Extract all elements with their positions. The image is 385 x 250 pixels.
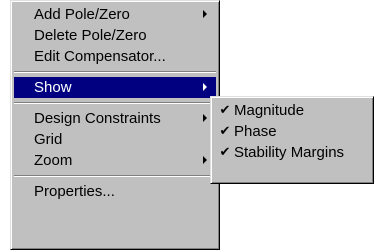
menu-item-label: Edit Compensator... xyxy=(34,48,166,65)
submenu-arrow-icon xyxy=(203,83,207,91)
submenu-item-phase[interactable]: ✔ Phase xyxy=(214,121,370,142)
menu-item-add-pole-zero[interactable]: Add Pole/Zero xyxy=(14,4,216,25)
menu-item-design-constraints[interactable]: Design Constraints xyxy=(14,108,216,129)
menu-separator xyxy=(14,175,216,177)
submenu-item-magnitude[interactable]: ✔ Magnitude xyxy=(214,100,370,121)
menu-item-delete-pole-zero[interactable]: Delete Pole/Zero xyxy=(14,25,216,46)
menu-item-grid[interactable]: Grid xyxy=(14,129,216,150)
submenu-item-label: Stability Margins xyxy=(234,144,345,161)
menu-item-label: Design Constraints xyxy=(34,110,161,127)
context-menu: Add Pole/Zero Delete Pole/Zero Edit Comp… xyxy=(10,0,220,250)
menu-item-label: Show xyxy=(34,79,72,96)
menu-item-label: Grid xyxy=(34,131,63,148)
checkmark-icon: ✔ xyxy=(219,124,231,139)
submenu-arrow-icon xyxy=(203,156,207,164)
menu-item-properties[interactable]: Properties... xyxy=(14,181,216,202)
menu-item-label: Delete Pole/Zero xyxy=(34,27,147,44)
menu-item-label: Zoom xyxy=(34,152,73,169)
menu-separator xyxy=(14,71,216,73)
menu-item-edit-compensator[interactable]: Edit Compensator... xyxy=(14,46,216,67)
submenu-arrow-icon xyxy=(203,114,207,122)
menu-separator xyxy=(14,102,216,104)
checkmark-icon: ✔ xyxy=(219,103,231,118)
menu-item-zoom[interactable]: Zoom xyxy=(14,150,216,171)
menu-item-label: Properties... xyxy=(34,183,115,200)
submenu-item-stability-margins[interactable]: ✔ Stability Margins xyxy=(214,142,370,163)
submenu-item-label: Magnitude xyxy=(234,102,305,119)
show-submenu: ✔ Magnitude ✔ Phase ✔ Stability Margins xyxy=(210,96,374,184)
checkmark-icon: ✔ xyxy=(219,145,231,160)
menu-item-label: Add Pole/Zero xyxy=(34,6,130,23)
submenu-item-label: Phase xyxy=(234,123,277,140)
menu-item-show[interactable]: Show xyxy=(14,77,216,98)
submenu-arrow-icon xyxy=(203,10,207,18)
